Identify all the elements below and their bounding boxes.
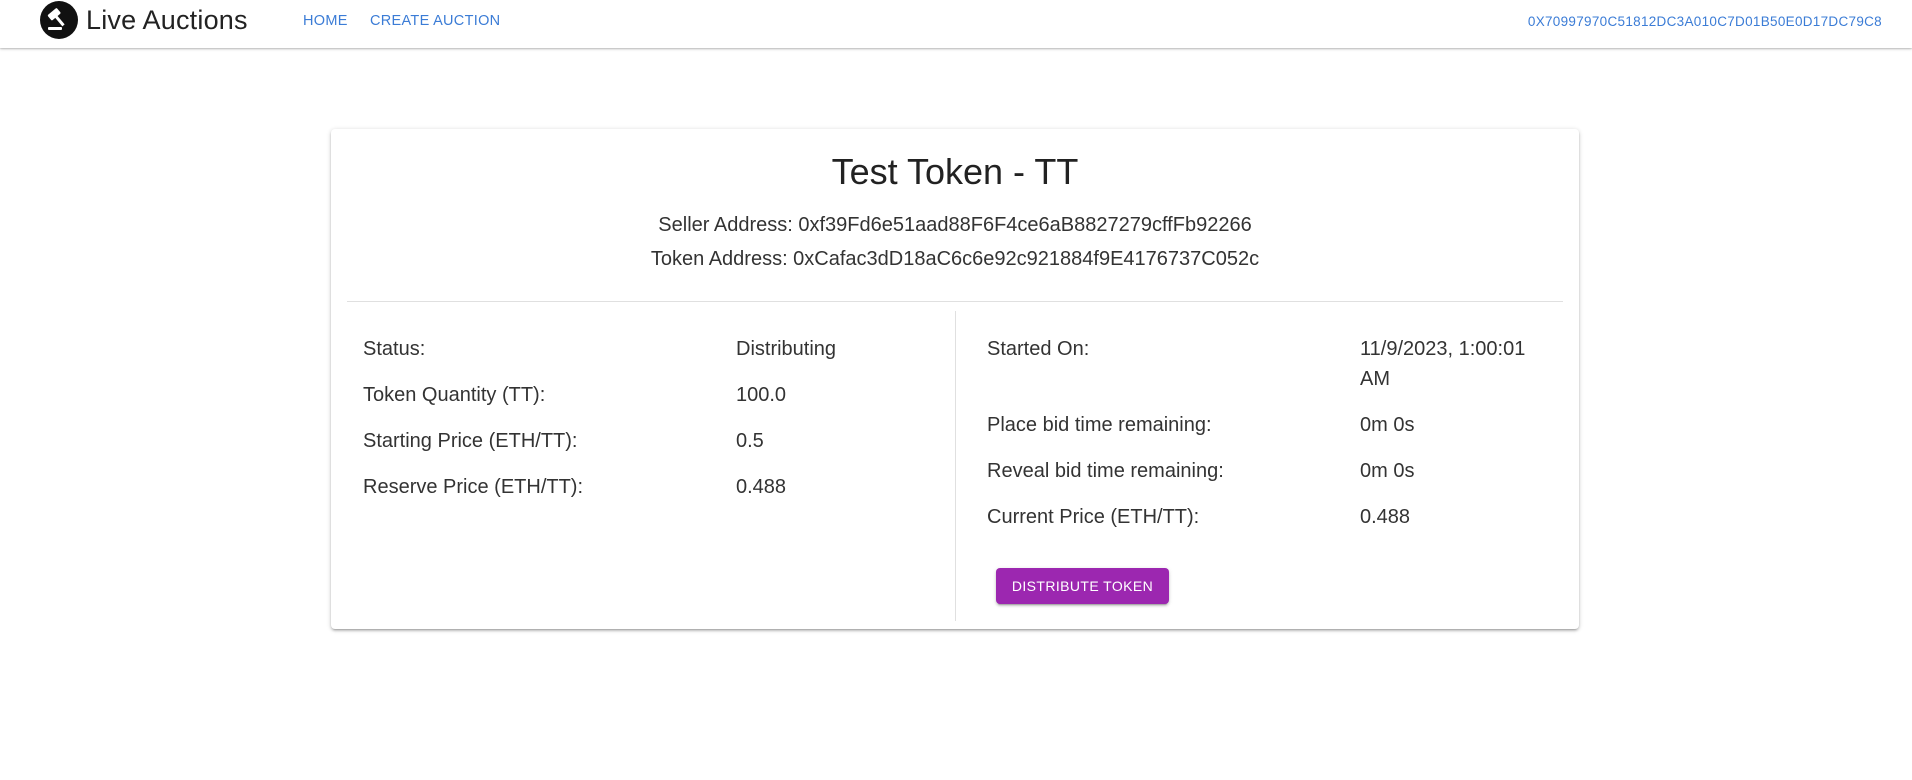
place-bid-remaining-label: Place bid time remaining: <box>987 414 1212 436</box>
app-title: Live Auctions <box>86 5 248 35</box>
reveal-bid-remaining-label: Reveal bid time remaining: <box>987 460 1224 482</box>
reserve-price-value: 0.488 <box>736 476 787 498</box>
token-address: Token Address: 0xCafac3dD18aC6c6e92c9218… <box>650 248 1260 270</box>
place-bid-remaining-value: 0m 0s <box>1360 414 1415 436</box>
status-value: Distributing <box>736 338 837 360</box>
starting-price-label: Starting Price (ETH/TT): <box>363 430 578 452</box>
token-quantity-label: Token Quantity (TT): <box>363 384 546 406</box>
app-bar: Live Auctions HOME CREATE AUCTION 0X7099… <box>0 0 1912 48</box>
reserve-price-label: Reserve Price (ETH/TT): <box>363 476 584 498</box>
nav-home-link[interactable]: HOME <box>303 13 348 29</box>
logo-link[interactable]: Live Auctions <box>40 1 248 39</box>
nav-create-auction-link[interactable]: CREATE AUCTION <box>370 13 500 29</box>
started-on-value-line1: 11/9/2023, 1:00:01 <box>1360 338 1526 360</box>
wallet-address[interactable]: 0X70997970C51812DC3A010C7D01B50E0D17DC79… <box>1528 14 1882 29</box>
distribute-token-button[interactable]: DISTRIBUTE TOKEN <box>996 568 1169 604</box>
started-on-value-line2: AM <box>1360 368 1390 390</box>
card-divider <box>347 301 1563 302</box>
current-price-value: 0.488 <box>1360 506 1411 528</box>
reveal-bid-remaining-value: 0m 0s <box>1360 460 1415 482</box>
auction-title: Test Token - TT <box>831 151 1079 192</box>
token-quantity-value: 100.0 <box>736 384 787 406</box>
column-divider <box>955 311 956 621</box>
seller-address: Seller Address: 0xf39Fd6e51aad88F6F4ce6a… <box>658 214 1252 236</box>
starting-price-value: 0.5 <box>736 430 764 452</box>
auction-card: Test Token - TT Seller Address: 0xf39Fd6… <box>331 129 1579 629</box>
status-label: Status: <box>363 338 426 360</box>
gavel-icon <box>40 1 78 39</box>
started-on-label: Started On: <box>987 338 1090 360</box>
current-price-label: Current Price (ETH/TT): <box>987 506 1200 528</box>
